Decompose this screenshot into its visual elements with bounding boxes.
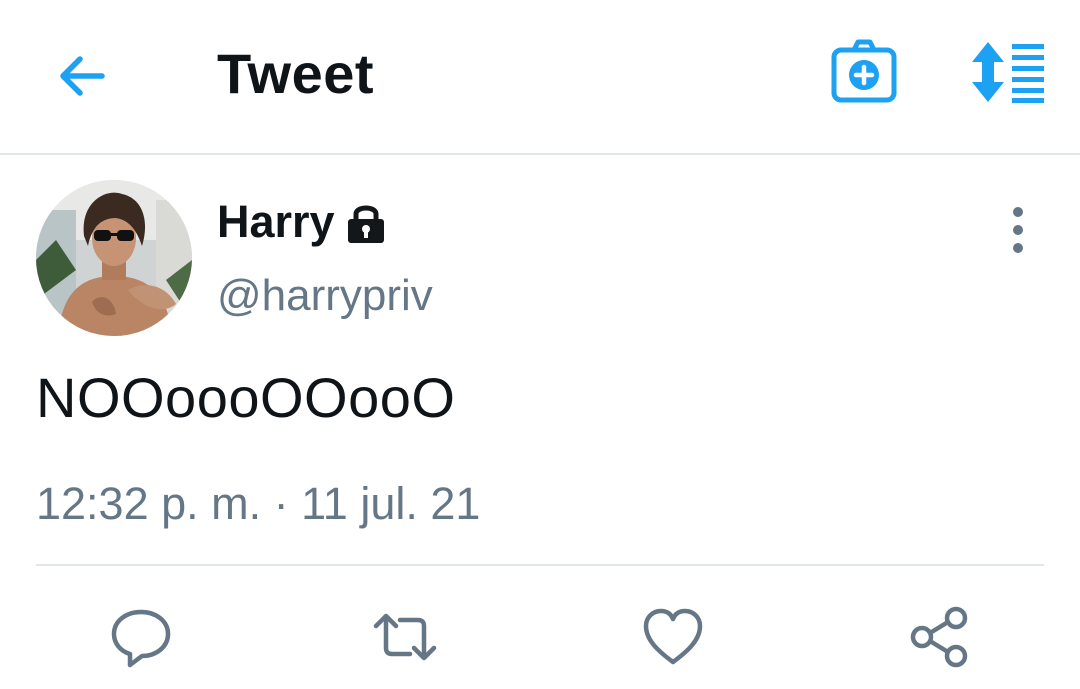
expand-thread-button[interactable]	[966, 40, 1050, 104]
share-button[interactable]	[906, 604, 972, 670]
reply-icon	[111, 609, 171, 668]
retweet-icon	[373, 613, 437, 661]
heart-icon	[643, 608, 703, 665]
reply-button[interactable]	[108, 604, 174, 670]
more-vertical-icon	[1013, 207, 1023, 253]
expand-thread-icon	[972, 42, 1044, 103]
profile-photo	[36, 180, 192, 336]
share-icon	[910, 606, 968, 668]
back-button[interactable]	[52, 44, 116, 108]
author-row: Harry	[217, 196, 387, 248]
author-handle[interactable]: @harrypriv	[217, 270, 433, 322]
avatar[interactable]	[36, 180, 192, 336]
camera-button[interactable]	[828, 38, 900, 106]
tweet-timestamp: 12:32 p. m. · 11 jul. 21	[36, 478, 481, 529]
top-app-bar: Tweet	[0, 0, 1080, 155]
author-name[interactable]: Harry	[217, 196, 335, 248]
camera-plus-icon	[831, 39, 897, 103]
divider	[36, 564, 1044, 566]
lock-icon	[347, 205, 384, 243]
tweet-text: NOOoooOOooO	[36, 366, 456, 429]
page-title: Tweet	[217, 42, 375, 105]
more-options-button[interactable]	[996, 206, 1040, 256]
retweet-button[interactable]	[372, 604, 438, 670]
like-button[interactable]	[640, 604, 706, 670]
arrow-left-icon	[60, 56, 105, 96]
